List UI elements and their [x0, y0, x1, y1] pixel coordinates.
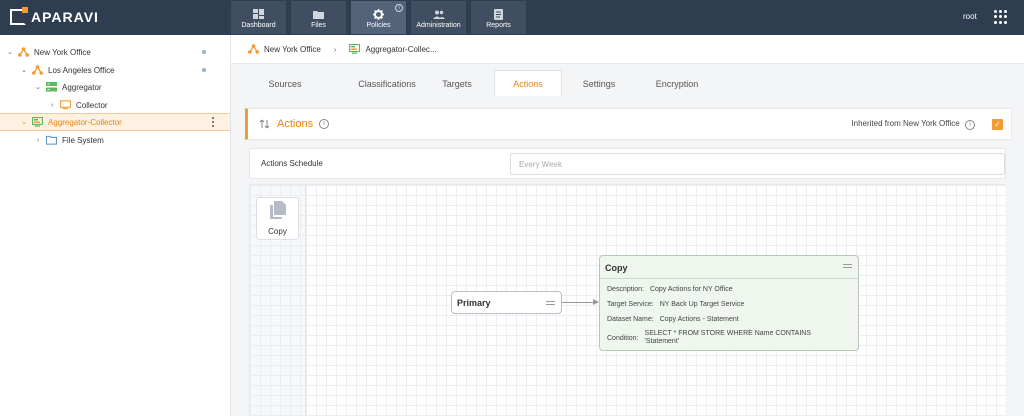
- aparavi-logo[interactable]: APARAVI: [10, 7, 99, 26]
- nav-tab-label: Reports: [486, 22, 511, 29]
- copy-field-target-service: Target Service: NY Back Up Target Servic…: [607, 301, 744, 308]
- network-icon: [32, 65, 43, 75]
- chevron-down-icon[interactable]: ⌄: [20, 66, 28, 74]
- server-icon: [46, 82, 57, 92]
- dashboard-icon: [253, 9, 265, 19]
- copy-node-details: Description: Copy Actions for NY Office …: [600, 278, 858, 350]
- logo-icon: [10, 7, 28, 25]
- actions-schedule-row: Actions Schedule: [249, 148, 1006, 179]
- tree-item-label: Aggregator: [62, 82, 102, 92]
- tab-encryption[interactable]: Encryption: [637, 70, 717, 97]
- gear-icon: [373, 8, 385, 20]
- field-key: Condition:: [607, 334, 639, 342]
- nav-tab-label: Policies: [366, 22, 391, 29]
- palette-copy-label: Copy: [268, 227, 287, 236]
- connector-arrow: [562, 299, 599, 305]
- inherited-label: Inherited from New York Office i: [851, 119, 975, 130]
- tree-item-label: File System: [62, 135, 104, 145]
- chevron-right-icon[interactable]: ›: [34, 137, 42, 144]
- tree-item-label: Aggregator-Collector: [48, 117, 122, 127]
- breadcrumb-item-current: Aggregator-Collec...: [365, 44, 437, 54]
- field-value: SELECT * FROM STORE WHERE Name CONTAINS …: [644, 330, 811, 345]
- more-options-icon[interactable]: [212, 117, 215, 127]
- tree-item-collector[interactable]: › Collector: [0, 96, 230, 114]
- inherited-text: Inherited from New York Office: [851, 119, 960, 128]
- nav-tab-label: Dashboard: [241, 22, 276, 29]
- copy-icon: [269, 201, 286, 221]
- drag-handle-icon[interactable]: [843, 264, 852, 268]
- chevron-down-icon[interactable]: ⌄: [20, 118, 28, 126]
- primary-node-label: Primary: [457, 297, 491, 308]
- user-name[interactable]: root: [963, 12, 977, 21]
- tree-item-label: New York Office: [34, 47, 91, 57]
- copy-action-node[interactable]: Copy Description: Copy Actions for NY Of…: [599, 255, 859, 351]
- action-palette: Copy: [250, 185, 305, 416]
- palette-copy-item[interactable]: Copy: [256, 197, 299, 240]
- chevron-down-icon[interactable]: ⌄: [6, 48, 14, 56]
- field-key: Description:: [607, 286, 644, 293]
- tab-actions[interactable]: Actions: [494, 70, 562, 97]
- tree-item-aggregator[interactable]: ⌄ Aggregator: [0, 78, 230, 96]
- aggregator-collector-icon: [32, 117, 43, 127]
- info-icon[interactable]: i: [319, 119, 330, 129]
- actions-panel-header: Actions i Inherited from New York Office…: [245, 108, 1012, 140]
- users-icon: [432, 9, 445, 19]
- drag-handle-icon[interactable]: [546, 301, 555, 305]
- tab-targets[interactable]: Targets: [417, 70, 497, 97]
- tree-item-label: Collector: [76, 100, 108, 110]
- tree-item-los-angeles-office[interactable]: ⌄ Los Angeles Office: [0, 61, 230, 79]
- tab-settings[interactable]: Settings: [559, 70, 639, 97]
- aggregator-collector-icon: [349, 44, 361, 54]
- tree-item-file-system[interactable]: › File System: [0, 131, 230, 149]
- status-dot: [202, 68, 206, 72]
- sidebar-tree: ⌄ New York Office ⌄ Los Angeles Office ⌄…: [0, 35, 231, 416]
- logo-text: APARAVI: [31, 9, 99, 25]
- folder-icon: [313, 9, 325, 19]
- info-icon[interactable]: i: [965, 120, 975, 130]
- monitor-icon: [60, 100, 71, 110]
- nav-tab-label: Files: [311, 22, 326, 29]
- inherited-checkbox[interactable]: ✓: [992, 119, 1003, 130]
- copy-field-dataset-name: Dataset Name: Copy Actions - Statement: [607, 316, 739, 323]
- folder-icon: [46, 135, 57, 145]
- status-dot: [202, 50, 206, 54]
- nav-tab-administration[interactable]: Administration: [411, 1, 466, 34]
- copy-field-description: Description: Copy Actions for NY Office: [607, 286, 733, 293]
- breadcrumb-item[interactable]: New York Office: [264, 45, 321, 54]
- swap-icon: [259, 118, 271, 130]
- nav-tab-reports[interactable]: Reports: [471, 1, 526, 34]
- report-icon: [493, 8, 505, 20]
- tab-sources[interactable]: Sources: [245, 70, 325, 97]
- top-bar: APARAVI Dashboard Files i Policies Admin…: [0, 0, 1024, 35]
- field-value: Copy Actions - Statement: [659, 316, 739, 323]
- copy-field-condition: Condition: SELECT * FROM STORE WHERE Nam…: [607, 330, 845, 346]
- tree-item-label: Los Angeles Office: [48, 65, 115, 75]
- info-icon[interactable]: i: [395, 4, 403, 12]
- field-key: Dataset Name:: [607, 316, 654, 323]
- field-value: Copy Actions for NY Office: [649, 286, 733, 293]
- network-icon: [18, 47, 29, 57]
- nav-tab-dashboard[interactable]: Dashboard: [231, 1, 286, 34]
- tree-item-aggregator-collector[interactable]: ⌄ Aggregator-Collector: [0, 113, 230, 131]
- breadcrumb: New York Office › Aggregator-Collec...: [231, 35, 1024, 64]
- panel-title: Actions: [277, 118, 314, 130]
- field-key: Target Service:: [607, 301, 654, 308]
- network-icon: [248, 44, 259, 54]
- nav-tab-files[interactable]: Files: [291, 1, 346, 34]
- schedule-label: Actions Schedule: [261, 159, 323, 168]
- field-value: NY Back Up Target Service: [659, 301, 745, 308]
- nav-tab-label: Administration: [416, 22, 461, 29]
- primary-node[interactable]: Primary: [451, 291, 562, 314]
- nav-tab-policies[interactable]: i Policies: [351, 1, 406, 34]
- copy-node-title: Copy: [605, 263, 628, 273]
- apps-grid-icon[interactable]: [994, 10, 1008, 24]
- policy-tabs: Sources Classifications Targets Actions …: [231, 64, 1024, 97]
- tree-item-new-york-office[interactable]: ⌄ New York Office: [0, 43, 230, 61]
- schedule-input[interactable]: [510, 153, 1005, 175]
- chevron-right-icon[interactable]: ›: [48, 102, 56, 109]
- chevron-right-icon: ›: [333, 44, 337, 54]
- chevron-down-icon[interactable]: ⌄: [34, 83, 42, 91]
